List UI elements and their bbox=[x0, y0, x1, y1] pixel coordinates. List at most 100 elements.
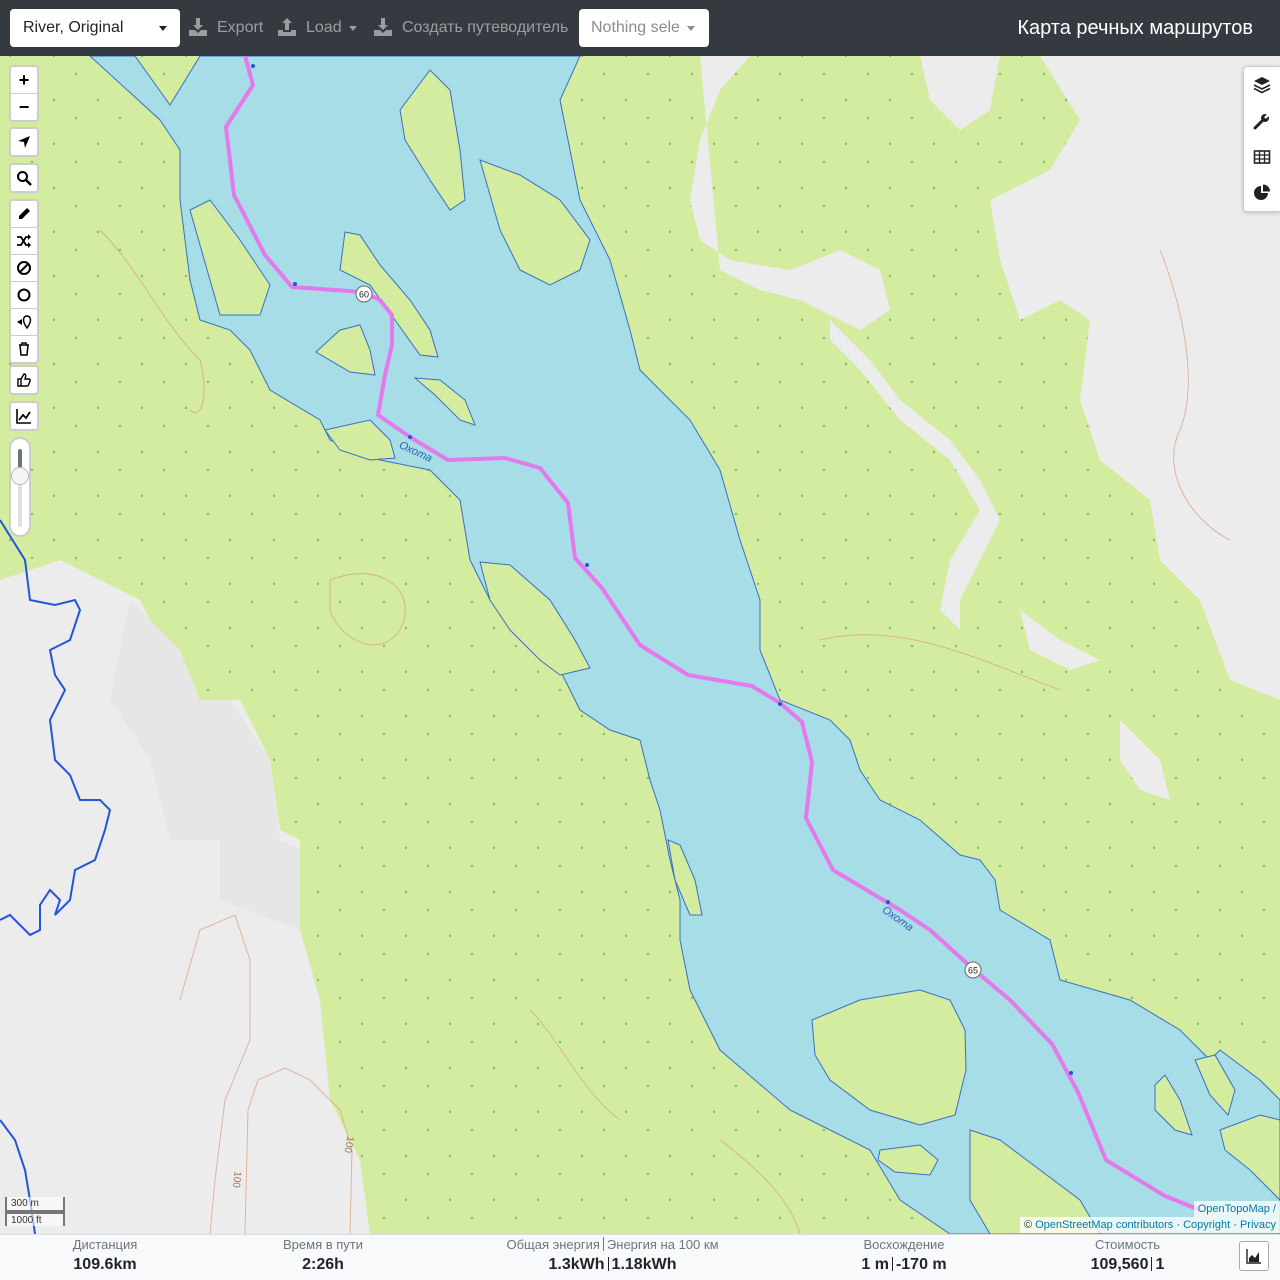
feedback-button[interactable] bbox=[11, 367, 37, 393]
stat-travel-time: Время в пути 2:26h bbox=[263, 1235, 383, 1276]
stat-ascent-down-value: -170 bbox=[895, 1256, 928, 1273]
copyright-symbol: © bbox=[1023, 1219, 1036, 1231]
stat-cost-count: 1 bbox=[1155, 1256, 1165, 1273]
opacity-slider[interactable] bbox=[9, 437, 31, 537]
edit-toolbar bbox=[9, 199, 39, 364]
stat-ascent-down-unit: m bbox=[932, 1256, 947, 1273]
osm-contributors-link[interactable]: OpenStreetMap contributors bbox=[1035, 1219, 1173, 1231]
line-chart-icon bbox=[16, 409, 31, 424]
delete-route-button[interactable] bbox=[11, 336, 37, 362]
export-button[interactable]: Export bbox=[188, 9, 268, 47]
stat-energy-per100-value: 1.18 bbox=[611, 1256, 643, 1273]
tab-analysis[interactable] bbox=[1244, 175, 1280, 211]
waypoint-marker[interactable]: 60 bbox=[354, 284, 374, 304]
layers-icon bbox=[1253, 77, 1271, 94]
copyright-link[interactable]: Copyright bbox=[1183, 1219, 1230, 1231]
stat-ascent-up-unit: m bbox=[874, 1256, 889, 1273]
stat-cost-title: Стоимость bbox=[1094, 1237, 1161, 1252]
pencil-icon bbox=[19, 208, 30, 219]
load-label: Load bbox=[306, 19, 342, 36]
circle-icon bbox=[17, 288, 31, 302]
waypoint-label: 65 bbox=[968, 966, 978, 976]
circle-area-button[interactable] bbox=[11, 282, 37, 309]
no-go-area-button[interactable] bbox=[11, 255, 37, 282]
download-icon bbox=[374, 18, 392, 36]
create-guide-button[interactable]: Создать путеводитель bbox=[373, 9, 573, 47]
stat-cost-value: 109,560 bbox=[1090, 1256, 1149, 1273]
tab-data-table[interactable] bbox=[1244, 139, 1280, 175]
opentopomap-link[interactable]: OpenTopoMap / bbox=[1198, 1203, 1276, 1215]
route-select-placeholder: Nothing sele bbox=[591, 19, 680, 36]
chevron-down-icon bbox=[159, 26, 167, 31]
locate-control bbox=[9, 127, 39, 157]
tab-layers[interactable] bbox=[1244, 67, 1280, 103]
location-arrow-icon bbox=[18, 136, 30, 148]
stat-distance: Дистанция 109.6km bbox=[40, 1235, 170, 1276]
map-canvas[interactable]: 60 65 Охота Охота 100 100 bbox=[0, 56, 1280, 1234]
tab-settings[interactable] bbox=[1244, 103, 1280, 139]
profile-select[interactable]: River, Original bbox=[10, 9, 180, 47]
reverse-route-button[interactable] bbox=[11, 228, 37, 255]
stat-distance-value: 109.6 bbox=[73, 1256, 114, 1273]
waypoint-label: 60 bbox=[359, 290, 369, 300]
slider-thumb[interactable] bbox=[11, 467, 29, 485]
stat-energy: Общая энергия Энергия на 100 км 1.3kWh 1.1… bbox=[500, 1235, 725, 1276]
stat-ascent: Восхождение 1 m -170 m bbox=[840, 1235, 968, 1276]
scale-metric: 300 m bbox=[5, 1197, 65, 1212]
tile-attribution: OpenTopoMap / bbox=[1193, 1201, 1280, 1217]
draw-route-button[interactable] bbox=[11, 201, 37, 228]
separator bbox=[1151, 1257, 1153, 1271]
locate-button[interactable] bbox=[11, 129, 37, 155]
elevation-control bbox=[9, 401, 39, 431]
stat-cost: Стоимость 109,560 1 bbox=[1070, 1235, 1185, 1276]
chevron-down-icon bbox=[349, 26, 357, 31]
map-pin-icon bbox=[17, 315, 32, 330]
stat-time-value: 2:26 bbox=[302, 1256, 335, 1273]
route-select[interactable]: Nothing sele bbox=[579, 9, 709, 47]
table-icon bbox=[1253, 150, 1271, 164]
stat-energy-per100-unit: kWh bbox=[642, 1256, 677, 1273]
create-guide-label: Создать путеводитель bbox=[402, 19, 569, 36]
zoom-out-button[interactable]: − bbox=[11, 94, 37, 120]
pie-chart-icon bbox=[1254, 184, 1270, 200]
route-stats-footer: Дистанция 109.6km Время в пути 2:26h Общ… bbox=[0, 1234, 1280, 1280]
trash-icon bbox=[19, 342, 29, 356]
zoom-in-button[interactable]: + bbox=[11, 67, 37, 94]
map-attribution: © OpenStreetMap contributors · Copyright… bbox=[1019, 1217, 1280, 1233]
slider-track bbox=[18, 449, 22, 527]
elevation-chart-button[interactable] bbox=[11, 403, 37, 429]
stat-ascent-up-value: 1 bbox=[861, 1256, 871, 1273]
area-chart-icon bbox=[1246, 1249, 1261, 1264]
search-control bbox=[9, 163, 39, 193]
privacy-link[interactable]: Privacy bbox=[1240, 1219, 1276, 1231]
chevron-down-icon bbox=[687, 26, 695, 31]
stat-energy-total-title: Общая энергия bbox=[506, 1237, 600, 1252]
download-icon bbox=[189, 18, 207, 36]
separator bbox=[891, 1257, 893, 1271]
zoom-control: + − bbox=[9, 65, 39, 122]
scale-imperial: 1000 ft bbox=[5, 1212, 65, 1226]
waypoint-marker[interactable]: 65 bbox=[963, 960, 983, 980]
stat-distance-unit: km bbox=[113, 1256, 137, 1273]
separator bbox=[602, 1237, 604, 1251]
stat-energy-per100-title: Энергия на 100 км bbox=[606, 1237, 719, 1252]
sidebar-tabs bbox=[1243, 66, 1280, 212]
topo-map bbox=[0, 56, 1280, 1234]
shuffle-icon bbox=[17, 234, 31, 248]
stat-energy-total-unit: kWh bbox=[570, 1256, 605, 1273]
upload-icon bbox=[278, 18, 296, 36]
feedback-control bbox=[9, 365, 39, 395]
map-scale: 300 m 1000 ft bbox=[5, 1197, 65, 1226]
poi-button[interactable] bbox=[11, 309, 37, 336]
stat-ascent-title: Восхождение bbox=[863, 1237, 945, 1252]
top-navbar: River, Original Export Load Создать путе… bbox=[0, 0, 1280, 56]
elevation-profile-button[interactable] bbox=[1239, 1241, 1269, 1271]
load-button[interactable]: Load bbox=[277, 9, 362, 47]
app-title: Карта речных маршрутов bbox=[1017, 17, 1253, 39]
profile-select-value: River, Original bbox=[23, 19, 124, 36]
separator bbox=[607, 1257, 609, 1271]
ban-icon bbox=[17, 261, 31, 275]
search-button[interactable] bbox=[11, 165, 37, 191]
export-label: Export bbox=[217, 19, 264, 36]
attribution-separator: · bbox=[1230, 1219, 1240, 1231]
